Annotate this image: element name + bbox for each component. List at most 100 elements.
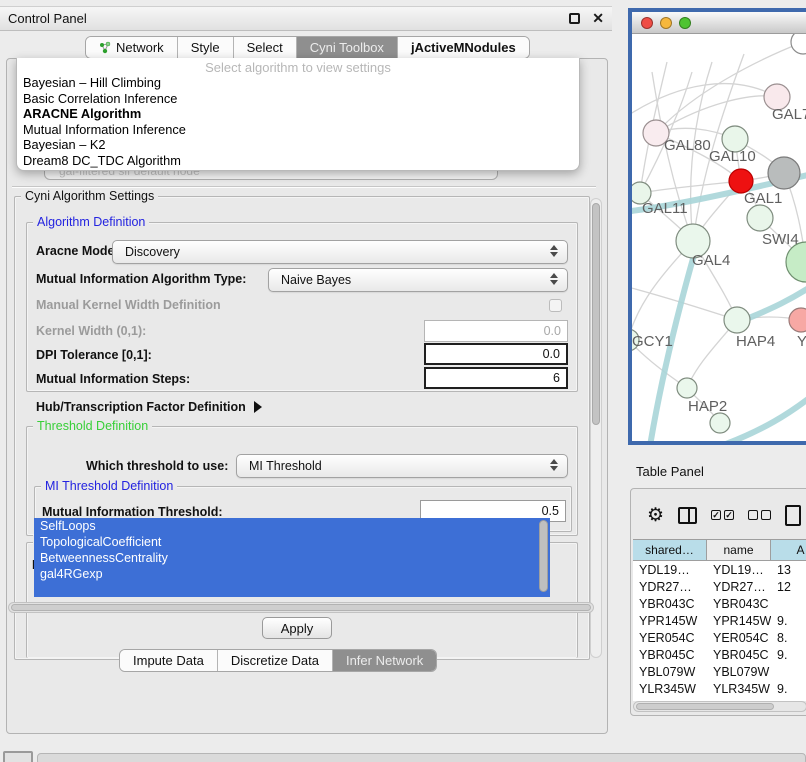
table-cell: YDR27… — [633, 578, 707, 595]
node-gal1[interactable] — [747, 205, 773, 231]
tab-network[interactable]: Network — [86, 37, 178, 58]
node-label-y: Y — [797, 333, 806, 350]
column-header-name[interactable]: name — [707, 540, 771, 560]
table-row[interactable]: YBR045CYBR045C9. — [633, 646, 806, 663]
attribute-item[interactable]: BetweennessCentrality — [34, 550, 550, 566]
node-hap4[interactable] — [724, 307, 750, 333]
node-label-gal10: GAL10 — [709, 148, 756, 165]
dpi-tolerance-field[interactable]: 0.0 — [424, 343, 568, 365]
checked-boxes-icon[interactable]: ✓✓ — [711, 510, 734, 520]
column-split-icon[interactable] — [678, 507, 697, 524]
bottom-tabbar: Impute Data Discretize Data Infer Network — [119, 649, 437, 672]
table-cell: 13 — [771, 561, 806, 578]
algorithm-dropdown[interactable]: Select algorithm to view settings Bayesi… — [16, 58, 580, 171]
network-view-window[interactable]: GAL7GAL80GAL10GAL1GAL11SWI4GAL4GCY1HAP4Y… — [628, 8, 806, 445]
tab-label: jActiveMNodules — [411, 40, 516, 55]
which-threshold-select[interactable]: MI Threshold — [236, 454, 568, 478]
node-label-gal4: GAL4 — [692, 252, 730, 269]
table-panel-title: Table Panel — [636, 464, 704, 479]
tab-style[interactable]: Style — [178, 37, 234, 58]
unchecked-boxes-icon[interactable] — [748, 510, 771, 520]
manual-kernel-label: Manual Kernel Width Definition — [36, 298, 221, 312]
table-row[interactable]: YDL19…YDL19…13 — [633, 561, 806, 578]
footer-mini-button[interactable] — [3, 751, 33, 762]
mi-type-select[interactable]: Naive Bayes — [268, 268, 568, 292]
gear-icon[interactable]: ⚙ — [647, 504, 664, 527]
node-gray[interactable] — [768, 157, 800, 189]
algorithm-option[interactable]: Mutual Information Inference — [17, 122, 579, 138]
node-label-hap2: HAP2 — [688, 398, 727, 415]
algorithm-option[interactable]: Bayesian – Hill Climbing — [17, 75, 579, 91]
mi-threshold-group-title: MI Threshold Definition — [41, 479, 177, 493]
settings-vertical-scrollbar[interactable] — [590, 198, 602, 658]
algorithm-option[interactable]: ARACNE Algorithm — [17, 106, 579, 122]
zoom-traffic-light[interactable] — [679, 17, 691, 29]
tab-select[interactable]: Select — [234, 37, 297, 58]
table-cell: 12 — [771, 578, 806, 595]
node-bottom[interactable] — [710, 413, 730, 433]
tab-impute-data[interactable]: Impute Data — [120, 650, 218, 671]
algorithm-option[interactable]: Dream8 DC_TDC Algorithm — [17, 153, 579, 169]
attribute-item[interactable]: SelfLoops — [34, 518, 550, 534]
network-icon — [99, 41, 111, 54]
list-scrollbar[interactable] — [539, 520, 548, 592]
document-icon[interactable] — [785, 505, 801, 526]
node-label-hap4: HAP4 — [736, 333, 775, 350]
dpi-tolerance-label: DPI Tolerance [0,1]: — [36, 348, 152, 362]
mi-type-row: Mutual Information Algorithm Type: — [36, 272, 246, 286]
table-row[interactable]: YBR043CYBR043C — [633, 595, 806, 612]
float-panel-icon[interactable] — [569, 13, 580, 24]
table-row[interactable]: YLR345WYLR345W9. — [633, 680, 806, 697]
node-label-gal11: GAL11 — [642, 200, 688, 217]
tab-discretize-data[interactable]: Discretize Data — [218, 650, 333, 671]
minimize-traffic-light[interactable] — [660, 17, 672, 29]
table-cell: 8. — [771, 629, 806, 646]
table-row[interactable]: YBL079WYBL079W — [633, 663, 806, 680]
settings-horizontal-scrollbar[interactable] — [8, 602, 594, 613]
network-graph: GAL7GAL80GAL10GAL1GAL11SWI4GAL4GCY1HAP4Y… — [632, 34, 806, 441]
kernel-width-label: Kernel Width (0,1): — [36, 324, 146, 338]
aracne-mode-row: Aracne Mode: — [36, 244, 119, 258]
mi-threshold-row: Mutual Information Threshold: — [42, 505, 223, 519]
table-row[interactable]: YDR27…YDR27…12 — [633, 578, 806, 595]
algorithm-option[interactable]: Bayesian – K2 — [17, 137, 579, 153]
tab-cyni-toolbox[interactable]: Cyni Toolbox — [297, 37, 398, 58]
aracne-mode-select[interactable]: Discovery — [112, 240, 568, 264]
close-traffic-light[interactable] — [641, 17, 653, 29]
table-horizontal-scrollbar[interactable] — [633, 701, 806, 712]
tab-infer-network[interactable]: Infer Network — [333, 650, 436, 671]
close-panel-icon[interactable]: ✕ — [592, 13, 604, 24]
mi-steps-field[interactable]: 6 — [424, 367, 568, 389]
table-body: YDL19…YDL19…13YDR27…YDR27…12YBR043CYBR04… — [633, 561, 806, 701]
manual-kernel-checkbox[interactable] — [549, 299, 562, 312]
table-toolbar: ⚙ ✓✓ — [631, 497, 806, 533]
divider — [12, 186, 596, 188]
attribute-table: shared…nameA YDL19…YDL19…13YDR27…YDR27…1… — [633, 539, 806, 701]
attribute-item[interactable]: TopologicalCoefficient — [34, 534, 550, 550]
node-hap2[interactable] — [677, 378, 697, 398]
table-row[interactable]: YPR145WYPR145W9. — [633, 612, 806, 629]
attribute-item[interactable]: gal4RGexp — [34, 566, 550, 582]
data-attributes-list[interactable]: SelfLoopsTopologicalCoefficientBetweenne… — [34, 518, 550, 597]
screen: Control Panel ✕ NetworkStyleSelectCyni T… — [0, 0, 806, 762]
tab-label: Discretize Data — [231, 653, 319, 668]
node-swi4[interactable] — [786, 242, 806, 282]
tab-label: Select — [247, 40, 283, 55]
tab-jactivemnodules[interactable]: jActiveMNodules — [398, 37, 529, 58]
node-top-partial[interactable] — [791, 34, 806, 54]
apply-button[interactable]: Apply — [262, 617, 332, 639]
table-row[interactable]: YER054CYER054C8. — [633, 629, 806, 646]
table-cell: YBL079W — [707, 663, 771, 680]
network-canvas[interactable]: GAL7GAL80GAL10GAL1GAL11SWI4GAL4GCY1HAP4Y… — [632, 34, 806, 441]
mi-steps-label: Mutual Information Steps: — [36, 372, 190, 386]
table-cell: 9. — [771, 646, 806, 663]
node-label-gal1: GAL1 — [744, 190, 782, 207]
hub-definition-toggle[interactable]: Hub/Transcription Factor Definition — [36, 400, 262, 414]
table-cell — [771, 663, 806, 680]
network-window-titlebar — [632, 12, 806, 34]
algorithm-option[interactable]: Basic Correlation Inference — [17, 91, 579, 107]
column-header-A[interactable]: A — [771, 540, 806, 560]
kernel-width-field[interactable]: 0.0 — [424, 320, 568, 342]
node-salmon[interactable] — [789, 308, 806, 332]
column-header-shared[interactable]: shared… — [633, 540, 707, 560]
